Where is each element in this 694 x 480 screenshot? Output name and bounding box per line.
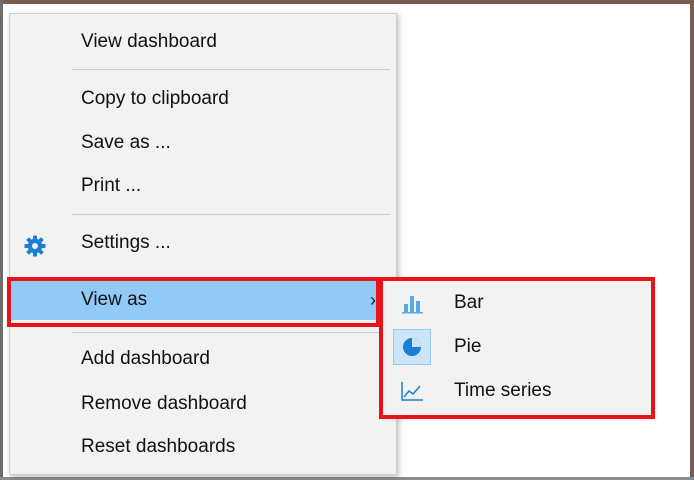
menu-separator bbox=[72, 214, 390, 215]
menu-item-label: Settings ... bbox=[81, 232, 171, 253]
window-frame-right bbox=[690, 0, 694, 480]
annotation-box-view-as bbox=[7, 277, 380, 327]
menu-item-label: Copy to clipboard bbox=[81, 88, 229, 109]
window-frame-left bbox=[0, 0, 3, 480]
menu-item-label: Reset dashboards bbox=[81, 436, 236, 457]
menu-item-print[interactable]: Print ... bbox=[10, 166, 396, 206]
menu-item-view-dashboard[interactable]: View dashboard bbox=[10, 22, 396, 62]
menu-item-reset-dashboards[interactable]: Reset dashboards bbox=[10, 427, 396, 467]
menu-item-settings[interactable]: Settings ... bbox=[10, 223, 396, 263]
gear-icon bbox=[24, 232, 46, 257]
menu-item-label: Add dashboard bbox=[81, 348, 210, 369]
menu-item-remove-dashboard[interactable]: Remove dashboard bbox=[10, 384, 396, 424]
menu-item-label: View dashboard bbox=[81, 31, 217, 52]
menu-separator bbox=[72, 332, 390, 333]
menu-item-save-as[interactable]: Save as ... bbox=[10, 123, 396, 163]
menu-item-copy-to-clipboard[interactable]: Copy to clipboard bbox=[10, 79, 396, 119]
annotation-box-submenu bbox=[379, 277, 655, 419]
context-menu: View dashboard Copy to clipboard Save as… bbox=[9, 13, 397, 475]
menu-item-label: Save as ... bbox=[81, 132, 171, 153]
menu-separator bbox=[72, 69, 390, 70]
window-frame-top bbox=[0, 0, 694, 4]
menu-item-label: Print ... bbox=[81, 175, 142, 196]
menu-item-add-dashboard[interactable]: Add dashboard bbox=[10, 339, 396, 379]
menu-item-label: Remove dashboard bbox=[81, 393, 247, 414]
